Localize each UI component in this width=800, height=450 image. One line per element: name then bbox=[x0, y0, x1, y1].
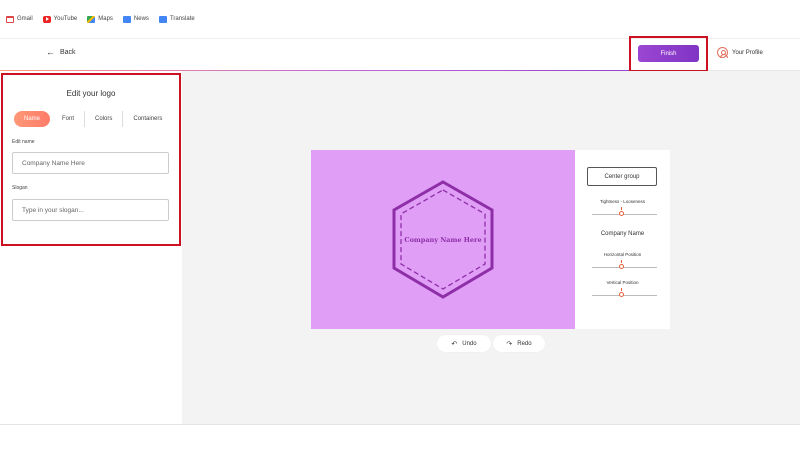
panel-highlight-box bbox=[1, 73, 181, 246]
bookmark-news[interactable]: News bbox=[122, 15, 149, 23]
bookmark-label: YouTube bbox=[53, 16, 78, 22]
maps-icon bbox=[87, 15, 96, 23]
bookmark-label: News bbox=[133, 16, 149, 22]
redo-label: Redo bbox=[517, 340, 532, 347]
profile-label: Your Profile bbox=[732, 49, 763, 56]
logo-company-name: Company Name Here bbox=[404, 236, 481, 244]
tightness-slider-tick bbox=[621, 207, 622, 210]
back-label: Back bbox=[60, 49, 76, 56]
logo-preview-graphic: Company Name Here bbox=[392, 180, 494, 299]
bookmark-label: Maps bbox=[98, 16, 113, 22]
tightness-slider-thumb[interactable] bbox=[619, 211, 624, 216]
bookmark-translate[interactable]: Translate bbox=[158, 15, 195, 23]
undo-icon: ↶ bbox=[451, 340, 458, 348]
redo-icon: ↷ bbox=[506, 340, 513, 348]
horizontal-position-slider[interactable] bbox=[592, 267, 657, 268]
translate-icon bbox=[158, 15, 167, 23]
vertical-slider-tick bbox=[621, 288, 622, 291]
bookmark-maps[interactable]: Maps bbox=[87, 15, 113, 23]
undo-label: Undo bbox=[462, 340, 477, 347]
your-profile-button[interactable]: Your Profile bbox=[717, 47, 763, 58]
youtube-icon bbox=[42, 15, 51, 23]
horizontal-position-label: Horizontal Position bbox=[603, 252, 642, 257]
bookmark-label: Translate bbox=[169, 16, 195, 22]
back-button[interactable]: ← Back bbox=[46, 48, 76, 57]
bookmark-label: Gmail bbox=[17, 16, 33, 22]
bookmark-gmail[interactable]: Gmail bbox=[6, 15, 33, 23]
finish-button[interactable]: Finish bbox=[638, 45, 699, 62]
horizontal-slider-thumb[interactable] bbox=[619, 264, 624, 269]
tightness-slider[interactable] bbox=[592, 214, 657, 215]
undo-button[interactable]: ↶ Undo bbox=[437, 335, 491, 352]
news-icon bbox=[122, 15, 131, 23]
gmail-icon bbox=[6, 15, 14, 23]
company-name-section-label: Company Name bbox=[600, 231, 645, 237]
bookmarks-bar: Gmail YouTube Maps News Translate bbox=[0, 0, 800, 38]
arrow-left-icon: ← bbox=[46, 47, 55, 57]
user-icon bbox=[717, 47, 728, 58]
tightness-label: Tightness - Looseness bbox=[599, 199, 646, 204]
horizontal-slider-tick bbox=[621, 260, 622, 263]
redo-button[interactable]: ↷ Redo bbox=[493, 335, 545, 352]
center-group-button[interactable]: Center group bbox=[587, 167, 657, 186]
vertical-position-slider[interactable] bbox=[592, 295, 657, 296]
bookmark-youtube[interactable]: YouTube bbox=[42, 15, 78, 23]
vertical-slider-thumb[interactable] bbox=[619, 292, 624, 297]
vertical-position-label: Vertical Position bbox=[606, 280, 639, 285]
bottom-divider bbox=[0, 424, 800, 425]
